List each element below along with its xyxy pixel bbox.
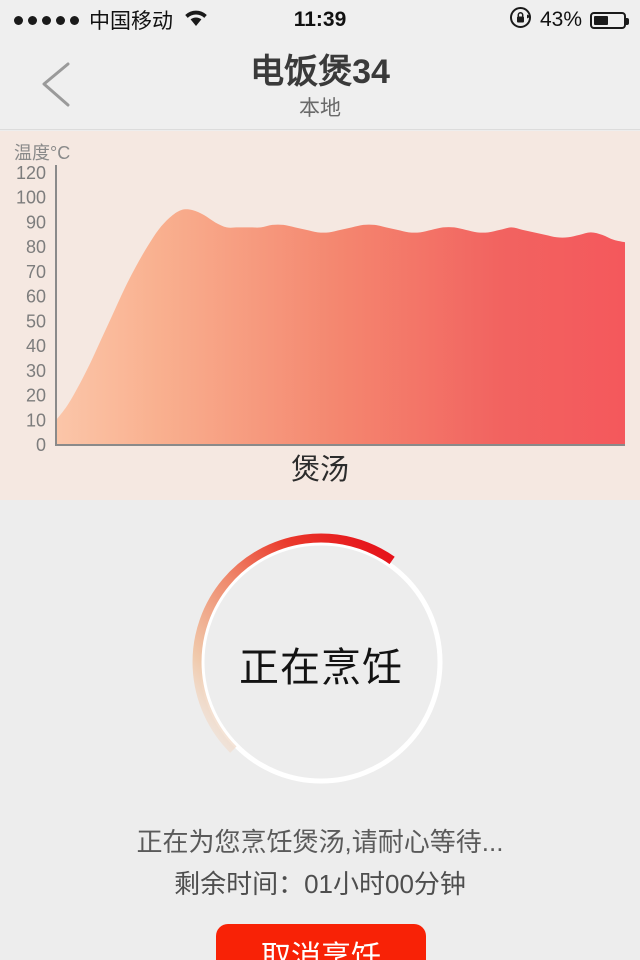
chart-y-tick-label: 100 [16,188,46,208]
chart-y-tick-label: 70 [26,262,46,282]
cooking-progress-ring: 正在烹饪 [190,531,452,793]
remaining-time-text: 剩余时间：01小时00分钟 [174,869,466,899]
wifi-icon [183,8,209,32]
page-subtitle: 本地 [299,97,341,120]
chart-y-tick-label: 40 [26,336,46,356]
chart-area-fill [56,209,625,445]
chart-y-tick-label: 20 [26,386,46,406]
chart-caption: 煲汤 [290,454,349,486]
chart-y-tick-label: 80 [26,237,46,257]
page-title: 电饭煲34 [250,53,390,91]
status-bar-left: 中国移动 [14,5,209,35]
cancel-cooking-button[interactable]: 取消烹饪 [216,924,426,960]
rotation-lock-icon [509,6,532,34]
signal-strength-dots-icon [14,15,79,25]
cooking-status-area: 正在烹饪 正在为您烹饪煲汤,请耐心等待... 剩余时间：01小时00分钟 取消烹… [0,500,640,960]
navigation-bar: 电饭煲34 本地 [0,40,640,130]
temperature-area-chart: 1201009080706050403020100 [16,163,625,455]
chart-y-tick-labels: 1201009080706050403020100 [16,163,46,455]
chart-y-tick-label: 30 [26,361,46,381]
chart-y-tick-label: 90 [26,212,46,232]
cooking-hint-text: 正在为您烹饪煲汤,请耐心等待... [136,827,504,857]
status-bar-right: 43% [509,6,629,34]
battery-icon [590,11,629,29]
chart-y-tick-label: 60 [26,287,46,307]
chart-y-tick-label: 50 [26,311,46,331]
battery-percent-label: 43% [539,8,582,31]
cooking-status-label: 正在烹饪 [239,646,403,690]
chart-y-tick-label: 10 [26,410,46,430]
carrier-name: 中国移动 [89,10,173,33]
temperature-chart-panel: 温度°C 120 100 90 80 70 60 50 40 30 20 10 0 煲汤 [0,131,640,500]
status-bar: 中国移动 11:39 43% [0,0,640,40]
app-screen: 中国移动 11:39 43% 电饭煲34 本地 温度°C 120 100 90 … [0,0,640,960]
chart-y-tick-label: 120 [16,163,46,183]
